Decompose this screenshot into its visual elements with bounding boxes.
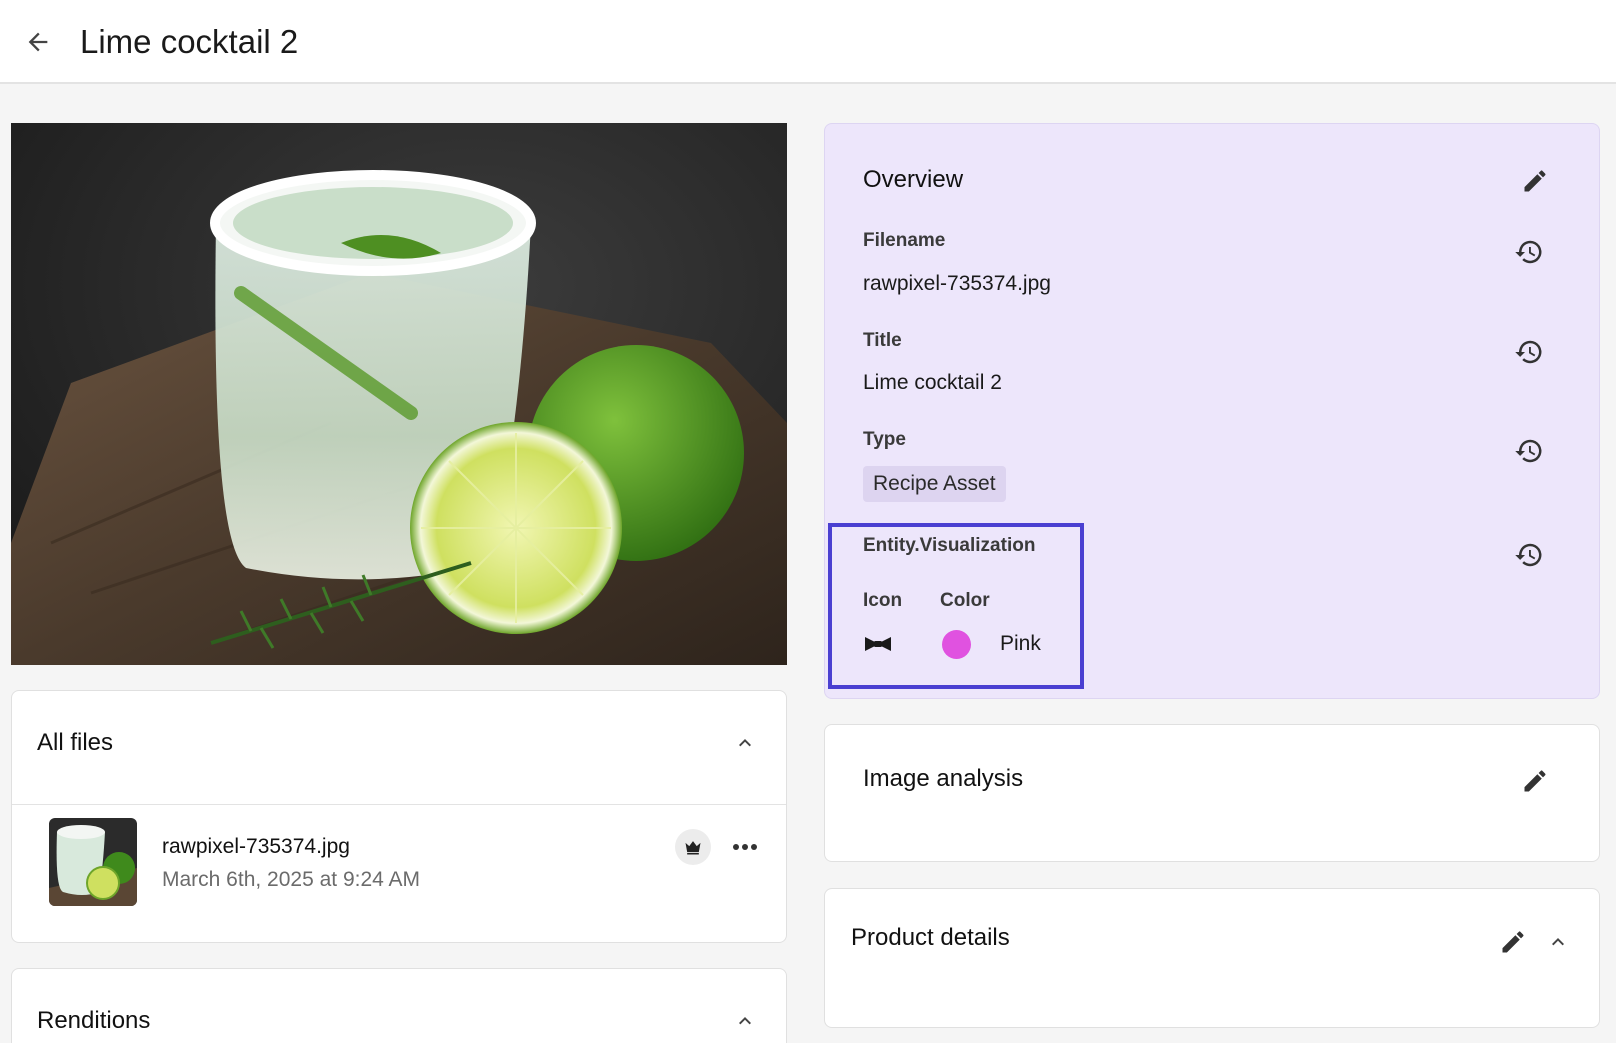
product-details-panel: Product details	[824, 888, 1600, 1028]
page-header: Lime cocktail 2	[0, 0, 1616, 84]
page-title: Lime cocktail 2	[80, 23, 299, 60]
image-analysis-panel: Image analysis	[824, 724, 1600, 862]
pencil-icon	[1502, 931, 1524, 953]
all-files-title: All files	[37, 729, 114, 756]
history-icon	[1515, 340, 1542, 364]
filename-history-button[interactable]	[1509, 232, 1549, 272]
color-label: Color	[940, 590, 990, 611]
collapse-product-details-button[interactable]	[1538, 922, 1578, 962]
bow-tie-icon	[863, 632, 893, 656]
renditions-title: Renditions	[37, 1007, 151, 1034]
title-history-button[interactable]	[1509, 332, 1549, 372]
edit-overview-button[interactable]	[1515, 161, 1555, 201]
renditions-panel: Renditions	[11, 968, 787, 1043]
overview-panel: Overview Filename rawpixel-735374.jpg Ti…	[824, 123, 1600, 699]
filename-label: Filename	[863, 230, 946, 251]
visualization-history-button[interactable]	[1509, 535, 1549, 575]
divider	[12, 804, 786, 805]
color-swatch	[942, 630, 971, 659]
type-chip: Recipe Asset	[863, 466, 1006, 502]
arrow-left-icon	[28, 32, 48, 52]
icon-label: Icon	[863, 590, 903, 611]
more-horizontal-icon	[733, 844, 757, 850]
file-date: March 6th, 2025 at 9:24 AM	[162, 868, 420, 891]
file-more-options-button[interactable]	[725, 827, 765, 867]
file-thumbnail[interactable]	[49, 818, 137, 906]
chevron-up-icon	[739, 739, 751, 747]
file-name[interactable]: rawpixel-735374.jpg	[162, 833, 350, 861]
history-icon	[1515, 439, 1542, 463]
title-label: Title	[863, 330, 902, 351]
collapse-renditions-button[interactable]	[725, 1001, 765, 1041]
image-analysis-title: Image analysis	[863, 765, 1024, 792]
overview-title: Overview	[863, 166, 964, 193]
pencil-icon	[1524, 170, 1546, 192]
edit-product-details-button[interactable]	[1493, 922, 1533, 962]
title-value: Lime cocktail 2	[863, 371, 1002, 394]
history-icon	[1515, 543, 1542, 567]
type-label: Type	[863, 429, 906, 450]
filename-value: rawpixel-735374.jpg	[863, 272, 1051, 295]
asset-preview-image	[11, 123, 787, 665]
type-history-button[interactable]	[1509, 431, 1549, 471]
crown-icon	[685, 841, 701, 855]
chevron-up-icon	[1552, 938, 1564, 946]
back-button[interactable]	[18, 22, 58, 62]
edit-image-analysis-button[interactable]	[1515, 761, 1555, 801]
all-files-panel: All files rawpixel-735374.jpg March 6th,…	[11, 690, 787, 943]
pencil-icon	[1524, 770, 1546, 792]
chevron-up-icon	[739, 1017, 751, 1025]
history-icon	[1515, 240, 1542, 264]
product-details-title: Product details	[851, 924, 1010, 951]
visualization-label: Entity.Visualization	[863, 535, 1036, 556]
color-value: Pink	[1000, 632, 1041, 655]
primary-file-badge[interactable]	[675, 829, 711, 865]
collapse-all-files-button[interactable]	[725, 723, 765, 763]
